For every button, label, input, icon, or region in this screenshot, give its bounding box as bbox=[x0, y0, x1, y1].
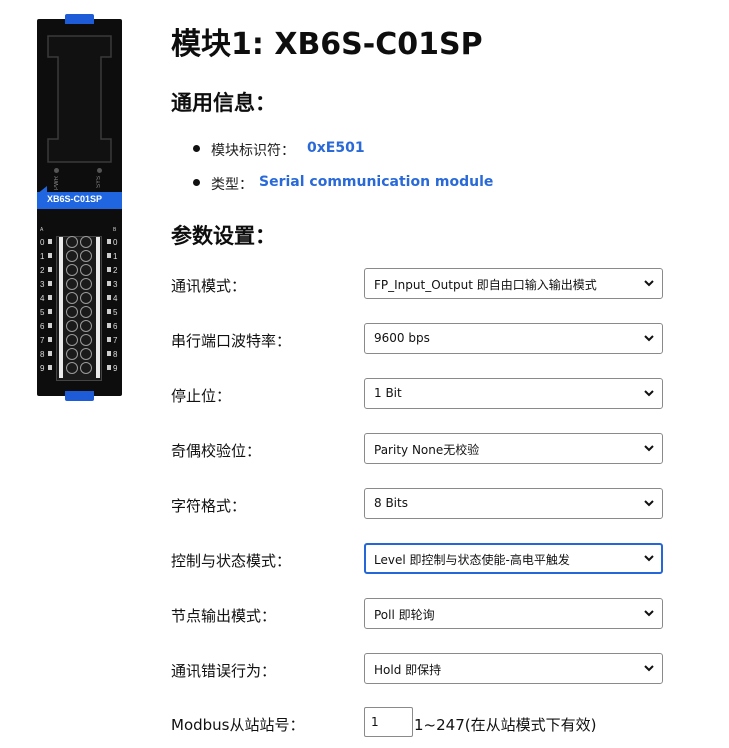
stop-bits-value: 1 Bit bbox=[374, 386, 402, 400]
chevron-down-icon bbox=[644, 500, 654, 507]
module-label: XB6S-C01SP bbox=[47, 194, 103, 204]
comm-mode-select[interactable]: FP_Input_Output 即自由口输入输出模式 bbox=[364, 268, 663, 299]
column-a-label: A bbox=[40, 227, 44, 233]
modbus-station-value: 1 bbox=[371, 715, 379, 729]
comm-mode-label: 通讯模式： bbox=[171, 277, 247, 295]
module-image: PWR SYS XB6S-C01SP A B 0 1 2 3 4 5 6 7 8… bbox=[37, 14, 122, 401]
pwr-led-label: PWR bbox=[54, 176, 60, 190]
char-format-value: 8 Bits bbox=[374, 496, 408, 510]
chevron-down-icon bbox=[644, 610, 654, 617]
char-format-label: 字符格式： bbox=[171, 497, 247, 515]
terminal-block-detail bbox=[48, 236, 111, 378]
bullet-icon bbox=[193, 179, 200, 186]
modbus-station-input[interactable]: 1 bbox=[364, 707, 413, 737]
node-output-mode-select[interactable]: Poll 即轮询 bbox=[364, 598, 663, 629]
parity-select[interactable]: Parity None无校验 bbox=[364, 433, 663, 464]
parity-value: Parity None无校验 bbox=[374, 443, 480, 457]
bullet-icon bbox=[193, 145, 200, 152]
module-recess bbox=[47, 35, 112, 163]
general-info-heading: 通用信息： bbox=[171, 91, 276, 115]
node-output-mode-value: Poll 即轮询 bbox=[374, 608, 435, 622]
module-top-latch bbox=[65, 14, 94, 24]
chevron-down-icon bbox=[644, 445, 654, 452]
chevron-down-icon bbox=[644, 280, 654, 287]
char-format-select[interactable]: 8 Bits bbox=[364, 488, 663, 519]
parity-label: 奇偶校验位： bbox=[171, 442, 262, 460]
baud-rate-label: 串行端口波特率： bbox=[171, 332, 292, 350]
module-type-label: 类型： bbox=[211, 177, 253, 193]
chevron-down-icon bbox=[644, 390, 654, 397]
control-status-mode-label: 控制与状态模式： bbox=[171, 552, 292, 570]
chevron-down-icon bbox=[644, 335, 654, 342]
control-status-mode-select[interactable]: Level 即控制与状态使能-高电平触发 bbox=[364, 543, 663, 574]
column-b-label: B bbox=[113, 227, 117, 233]
baud-rate-select[interactable]: 9600 bps bbox=[364, 323, 663, 354]
baud-rate-value: 9600 bps bbox=[374, 331, 430, 345]
chevron-down-icon bbox=[644, 665, 654, 672]
sys-led bbox=[97, 168, 102, 173]
param-settings-heading: 参数设置： bbox=[171, 224, 276, 248]
page-title: 模块1: XB6S-C01SP bbox=[171, 27, 483, 62]
chevron-down-icon bbox=[644, 555, 654, 562]
modbus-station-range-note: 1~247(在从站模式下有效) bbox=[414, 716, 597, 734]
stop-bits-select[interactable]: 1 Bit bbox=[364, 378, 663, 409]
comm-error-behavior-label: 通讯错误行为： bbox=[171, 662, 277, 680]
comm-error-behavior-select[interactable]: Hold 即保持 bbox=[364, 653, 663, 684]
stop-bits-label: 停止位： bbox=[171, 387, 232, 405]
module-id-value: 0xE501 bbox=[307, 140, 365, 156]
comm-error-behavior-value: Hold 即保持 bbox=[374, 663, 442, 677]
comm-mode-value: FP_Input_Output 即自由口输入输出模式 bbox=[374, 278, 597, 292]
modbus-station-label: Modbus从站站号： bbox=[171, 716, 305, 734]
module-type-value: Serial communication module bbox=[259, 174, 494, 190]
control-status-mode-value: Level 即控制与状态使能-高电平触发 bbox=[374, 553, 570, 567]
module-bottom-latch bbox=[65, 391, 94, 401]
node-output-mode-label: 节点输出模式： bbox=[171, 607, 277, 625]
pwr-led bbox=[54, 168, 59, 173]
sys-led-label: SYS bbox=[96, 176, 102, 189]
module-id-label: 模块标识符： bbox=[211, 143, 295, 159]
